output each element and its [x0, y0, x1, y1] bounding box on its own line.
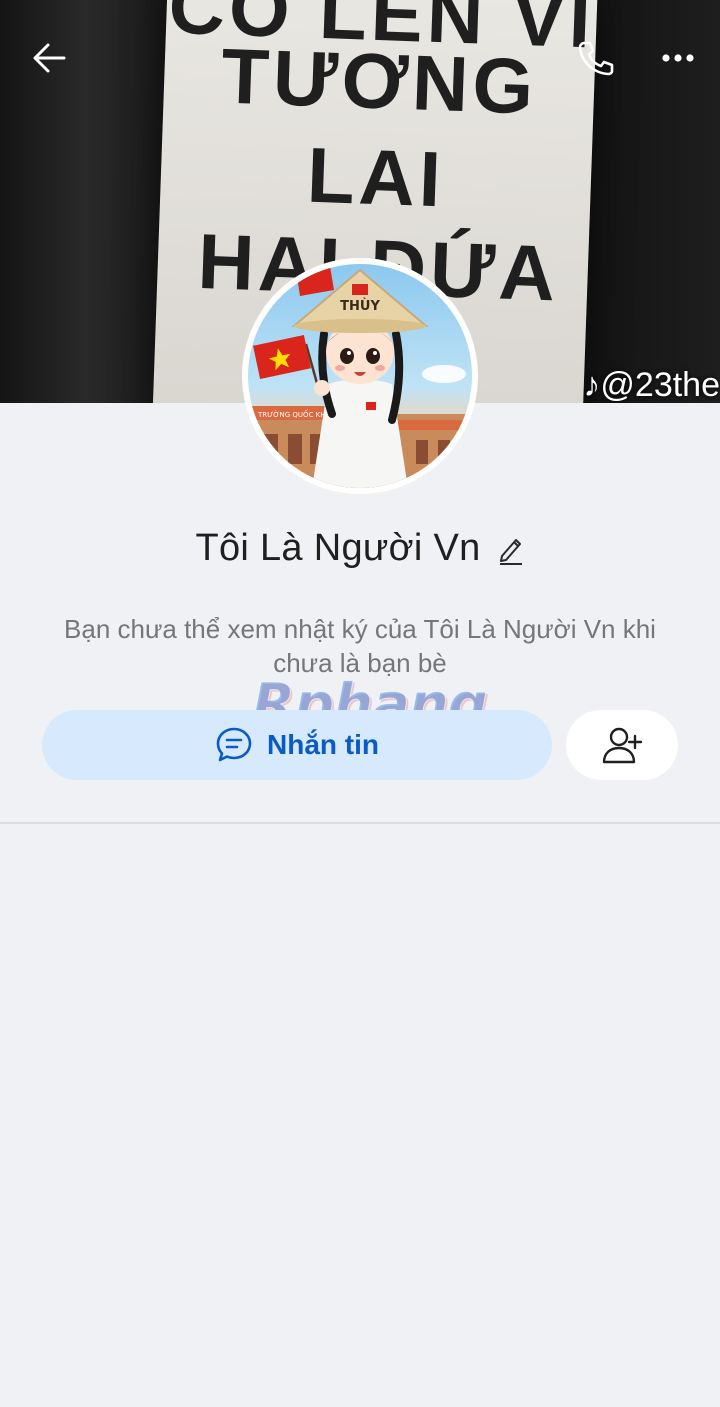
edit-pencil-icon[interactable] — [497, 534, 525, 566]
chat-bubble-icon — [216, 727, 252, 762]
profile-name: Tôi Là Người Vn — [195, 526, 481, 569]
cover-sign-line: LAI — [305, 130, 447, 224]
avatar-image: TRƯỜNG QUỐC KHÁNH 2/9 THÙY — [248, 264, 472, 488]
more-horizontal-icon — [662, 54, 694, 62]
back-button[interactable] — [28, 38, 70, 78]
call-button[interactable] — [574, 38, 616, 78]
add-user-icon — [602, 727, 643, 764]
section-divider — [0, 822, 720, 824]
arrow-left-icon — [33, 43, 66, 73]
message-button-label: Nhắn tin — [267, 729, 379, 760]
svg-text:THÙY: THÙY — [340, 298, 380, 314]
profile-name-row: Tôi Là Người Vn — [0, 520, 720, 576]
message-button[interactable]: Nhắn tin — [42, 710, 552, 780]
cover-watermark: ♪@23the — [583, 366, 720, 403]
avatar-illustration: TRƯỜNG QUỐC KHÁNH 2/9 THÙY — [248, 266, 472, 488]
avatar[interactable]: TRƯỜNG QUỐC KHÁNH 2/9 THÙY — [242, 258, 478, 494]
more-button[interactable] — [656, 38, 700, 78]
add-friend-button[interactable] — [566, 710, 678, 780]
phone-icon — [578, 41, 614, 76]
cover-sign-line: TƯƠNG — [219, 31, 539, 131]
privacy-note: Bạn chưa thể xem nhật ký của Tôi Là Ngườ… — [64, 614, 656, 678]
